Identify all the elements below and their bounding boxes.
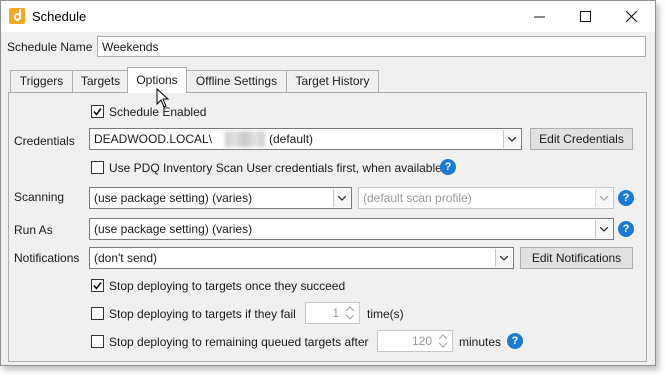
checkmark-icon bbox=[93, 282, 102, 290]
minimize-icon bbox=[534, 16, 545, 18]
credentials-select[interactable]: DEADWOOD.LOCAL\ (default) bbox=[89, 128, 522, 150]
mouse-cursor-icon bbox=[156, 88, 170, 108]
chevron-down-icon bbox=[600, 196, 608, 201]
run-as-value: (use package setting) (varies) bbox=[94, 222, 253, 236]
tab-offline-settings[interactable]: Offline Settings bbox=[186, 70, 287, 92]
close-button[interactable] bbox=[609, 1, 655, 32]
use-pdq-scan-label: Use PDQ Inventory Scan User credentials … bbox=[109, 161, 442, 175]
schedule-name-input[interactable]: Weekends bbox=[97, 36, 646, 57]
help-icon-stop-remaining[interactable]: ? bbox=[507, 333, 523, 349]
stop-fail-count-stepper[interactable]: 1 bbox=[305, 302, 360, 324]
credentials-suffix: (default) bbox=[269, 132, 314, 146]
stop-remaining-minutes-stepper[interactable]: 120 bbox=[377, 330, 453, 352]
scanning-dropdown-arrow[interactable] bbox=[333, 189, 350, 207]
title-bar: Schedule bbox=[1, 1, 655, 32]
credentials-domain: DEADWOOD.LOCAL\ bbox=[94, 132, 213, 146]
credentials-dropdown-arrow[interactable] bbox=[503, 130, 520, 148]
minimize-button[interactable] bbox=[517, 1, 563, 32]
credentials-label: Credentials bbox=[14, 134, 75, 148]
edit-credentials-button[interactable]: Edit Credentials bbox=[530, 128, 633, 150]
close-icon bbox=[626, 11, 638, 23]
chevron-down-icon bbox=[600, 227, 608, 232]
use-pdq-scan-checkbox[interactable] bbox=[91, 161, 104, 174]
chevron-down-icon bbox=[508, 137, 516, 142]
stop-fail-count: 1 bbox=[332, 306, 339, 320]
scanning-select[interactable]: (use package setting) (varies) bbox=[89, 187, 352, 209]
help-icon-scanning[interactable]: ? bbox=[618, 190, 634, 206]
help-icon-run-as[interactable]: ? bbox=[618, 221, 634, 237]
tab-targets[interactable]: Targets bbox=[72, 70, 129, 92]
tab-triggers[interactable]: Triggers bbox=[10, 70, 73, 92]
run-as-label: Run As bbox=[14, 223, 53, 237]
run-as-dropdown-arrow[interactable] bbox=[595, 220, 612, 238]
notifications-dropdown-arrow[interactable] bbox=[495, 249, 512, 267]
stop-fail-label: Stop deploying to targets if they fail bbox=[109, 307, 296, 321]
schedule-enabled-checkbox[interactable] bbox=[91, 105, 104, 118]
window-title: Schedule bbox=[32, 9, 87, 24]
scan-profile-dropdown-arrow[interactable] bbox=[595, 189, 612, 207]
stop-fail-unit: time(s) bbox=[367, 307, 404, 321]
scanning-label: Scanning bbox=[14, 190, 65, 204]
stop-remaining-checkbox[interactable] bbox=[91, 335, 104, 348]
stop-succeed-label: Stop deploying to targets once they succ… bbox=[109, 279, 346, 293]
checkmark-icon bbox=[93, 108, 102, 116]
stop-remaining-unit: minutes bbox=[459, 335, 502, 349]
chevron-down-icon bbox=[500, 256, 508, 261]
stop-succeed-checkbox[interactable] bbox=[91, 279, 104, 292]
edit-notifications-button[interactable]: Edit Notifications bbox=[520, 247, 633, 269]
notifications-select[interactable]: (don't send) bbox=[89, 247, 514, 269]
maximize-icon bbox=[580, 11, 591, 22]
notifications-label: Notifications bbox=[14, 251, 80, 265]
run-as-select[interactable]: (use package setting) (varies) bbox=[89, 218, 614, 240]
stop-remaining-count: 120 bbox=[411, 334, 432, 348]
stop-remaining-label: Stop deploying to remaining queued targe… bbox=[109, 335, 369, 349]
scan-profile-select[interactable]: (default scan profile) bbox=[358, 187, 614, 209]
scan-profile-value: (default scan profile) bbox=[363, 191, 472, 205]
tab-target-history[interactable]: Target History bbox=[286, 70, 379, 92]
stepper-arrows-icon[interactable] bbox=[436, 332, 450, 350]
stop-fail-checkbox[interactable] bbox=[91, 307, 104, 320]
redacted-username bbox=[225, 131, 265, 147]
stepper-arrows-icon[interactable] bbox=[343, 304, 357, 322]
schedule-window: Schedule Schedule Name Weekends Triggers… bbox=[0, 0, 656, 366]
scanning-value: (use package setting) (varies) bbox=[94, 191, 253, 205]
maximize-button[interactable] bbox=[563, 1, 609, 32]
chevron-down-icon bbox=[338, 196, 346, 201]
app-icon bbox=[9, 8, 25, 24]
help-icon-pdq-scan[interactable]: ? bbox=[440, 159, 456, 175]
schedule-name-label: Schedule Name bbox=[7, 40, 93, 54]
notifications-value: (don't send) bbox=[94, 251, 157, 265]
